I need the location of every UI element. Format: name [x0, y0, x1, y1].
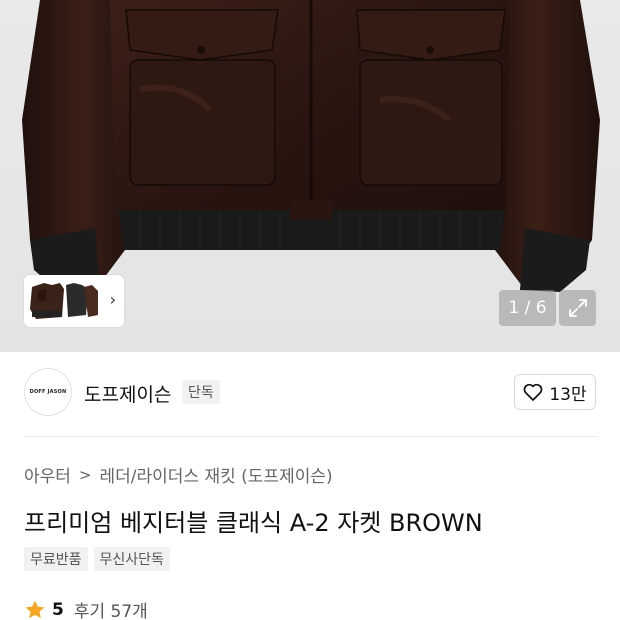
expand-icon [568, 299, 587, 317]
thumbnail-image[interactable] [28, 279, 100, 323]
image-counter: 1 / 6 [499, 290, 556, 326]
tag-free-return: 무료반품 [24, 547, 88, 571]
brand-row: DOFF JASON 도프제이슨 단독 13만 [24, 368, 596, 418]
like-count: 13만 [549, 384, 587, 405]
expand-button[interactable] [559, 290, 596, 326]
product-tags: 무료반품 무신사단독 [24, 547, 170, 571]
breadcrumb: 아우터 > 레더/라이더스 재킷 (도프제이슨) [24, 462, 333, 488]
reviews-link[interactable]: 후기 57개 [74, 597, 148, 620]
tag-exclusive: 무신사단독 [93, 547, 170, 571]
rating-score: 5 [52, 599, 64, 620]
heart-icon [523, 383, 543, 401]
divider [24, 436, 596, 437]
chevron-right-icon[interactable]: › [110, 290, 116, 309]
chevron-right-icon: > [78, 465, 92, 484]
breadcrumb-subcategory[interactable]: 레더/라이더스 재킷 (도프제이슨) [100, 462, 333, 487]
star-icon [25, 600, 45, 618]
product-image-gallery[interactable]: › 1 / 6 [0, 0, 620, 352]
breadcrumb-category[interactable]: 아우터 [24, 462, 71, 487]
exclusive-badge: 단독 [182, 380, 220, 404]
product-title: 프리미엄 베지터블 클래식 A-2 자켓 BROWN [24, 509, 483, 537]
brand-logo[interactable]: DOFF JASON [24, 368, 72, 416]
thumbnail-strip[interactable]: › [24, 275, 124, 327]
brand-name[interactable]: 도프제이슨 [84, 380, 171, 407]
brand-logo-text: DOFF JASON [29, 389, 67, 395]
like-button[interactable]: 13만 [514, 374, 596, 410]
rating-summary: 5 후기 57개 [24, 597, 148, 620]
